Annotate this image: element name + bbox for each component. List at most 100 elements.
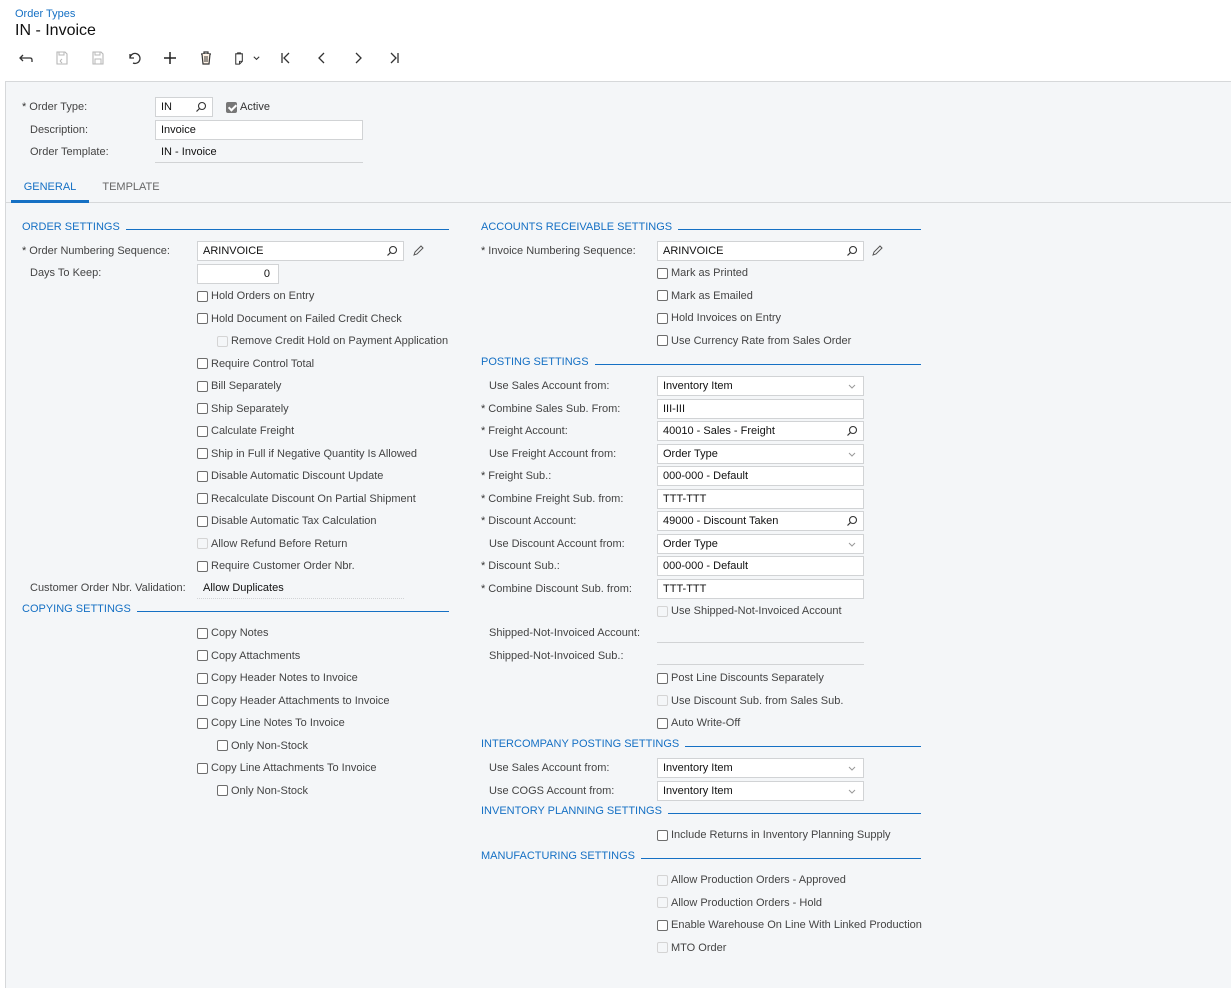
checkbox-box[interactable] xyxy=(197,380,208,392)
mark-as-printed-checkbox[interactable]: Mark as Printed xyxy=(657,267,748,279)
use-discount-sub-from-sales-sub-checkbox[interactable]: Use Discount Sub. from Sales Sub. xyxy=(657,695,843,707)
allow-refund-before-return-checkbox[interactable]: Allow Refund Before Return xyxy=(197,538,347,550)
save-button[interactable] xyxy=(80,46,116,70)
last-record-button[interactable] xyxy=(376,46,412,70)
breadcrumb[interactable]: Order Types xyxy=(15,8,75,20)
remove-credit-hold-on-payment-application-checkbox[interactable]: Remove Credit Hold on Payment Applicatio… xyxy=(217,335,448,347)
delete-button[interactable] xyxy=(188,46,224,70)
cancel-button[interactable] xyxy=(116,46,152,70)
first-record-button[interactable] xyxy=(268,46,304,70)
search-icon[interactable] xyxy=(386,245,398,257)
mto-order-checkbox[interactable]: MTO Order xyxy=(657,942,726,954)
search-icon[interactable] xyxy=(195,101,207,113)
disable-automatic-tax-calculation-checkbox[interactable]: Disable Automatic Tax Calculation xyxy=(197,515,377,527)
ic-sales-account-select[interactable]: Inventory Item xyxy=(657,758,864,778)
description-input[interactable]: Invoice xyxy=(155,120,363,140)
use-sales-account-from-select[interactable]: Inventory Item xyxy=(657,376,864,396)
copy-paste-button[interactable] xyxy=(224,46,268,70)
only-non-stock-checkbox[interactable]: Only Non-Stock xyxy=(217,785,308,797)
combine-freight-sub-from-input[interactable]: TTT-TTT xyxy=(657,488,864,509)
copy-line-notes-to-invoice-checkbox[interactable]: Copy Line Notes To Invoice xyxy=(197,717,345,729)
checkbox-box[interactable] xyxy=(197,403,208,414)
hold-orders-on-entry-checkbox[interactable]: Hold Orders on Entry xyxy=(197,290,314,302)
order-numbering-input[interactable]: ARINVOICE xyxy=(197,241,404,261)
bill-separately-checkbox[interactable]: Bill Separately xyxy=(197,380,281,392)
checkbox-box[interactable] xyxy=(657,717,668,729)
active-checkbox[interactable]: Active xyxy=(226,101,270,113)
invoice-numbering-input[interactable]: ARINVOICE xyxy=(657,241,864,261)
checkbox-box[interactable] xyxy=(657,312,668,324)
enable-warehouse-on-line-with-linked-production-checkbox[interactable]: Enable Warehouse On Line With Linked Pro… xyxy=(657,919,922,931)
checkbox-box[interactable] xyxy=(657,290,668,301)
checkbox-box[interactable] xyxy=(197,425,208,437)
discount-sub-input[interactable]: 000-000 - Default xyxy=(657,556,864,576)
edit-pencil-icon[interactable] xyxy=(871,244,884,257)
back-button[interactable] xyxy=(8,46,44,70)
recalculate-discount-on-partial-shipment-checkbox[interactable]: Recalculate Discount On Partial Shipment xyxy=(197,493,416,505)
checkbox-box[interactable] xyxy=(657,874,668,886)
checkbox-box[interactable] xyxy=(197,470,208,482)
combine-discount-sub-from-input[interactable]: TTT-TTT xyxy=(657,578,864,599)
save-and-close-button[interactable] xyxy=(44,46,80,70)
checkbox-box[interactable] xyxy=(657,942,668,953)
checkbox-box[interactable] xyxy=(226,101,237,113)
checkbox-box[interactable] xyxy=(197,672,208,684)
sni-sub-value[interactable] xyxy=(657,645,864,665)
edit-pencil-icon[interactable] xyxy=(412,244,425,257)
checkbox-box[interactable] xyxy=(217,740,228,751)
checkbox-box[interactable] xyxy=(657,897,668,908)
hold-invoices-on-entry-checkbox[interactable]: Hold Invoices on Entry xyxy=(657,312,781,324)
tab-template[interactable]: TEMPLATE xyxy=(94,170,168,203)
post-line-discounts-separately-checkbox[interactable]: Post Line Discounts Separately xyxy=(657,672,824,684)
checkbox-box[interactable] xyxy=(197,538,208,549)
copy-notes-checkbox[interactable]: Copy Notes xyxy=(197,627,268,639)
require-control-total-checkbox[interactable]: Require Control Total xyxy=(197,358,314,370)
checkbox-box[interactable] xyxy=(657,605,668,617)
copy-header-notes-to-invoice-checkbox[interactable]: Copy Header Notes to Invoice xyxy=(197,672,358,684)
checkbox-box[interactable] xyxy=(197,448,208,459)
checkbox-box[interactable] xyxy=(197,560,208,572)
allow-production-orders-approved-checkbox[interactable]: Allow Production Orders - Approved xyxy=(657,874,846,886)
checkbox-box[interactable] xyxy=(657,672,668,684)
previous-record-button[interactable] xyxy=(304,46,340,70)
ship-separately-checkbox[interactable]: Ship Separately xyxy=(197,403,289,415)
tab-general[interactable]: GENERAL xyxy=(11,170,89,203)
checkbox-box[interactable] xyxy=(197,493,208,504)
sni-account-value[interactable] xyxy=(657,623,864,643)
checkbox-box[interactable] xyxy=(217,335,228,347)
freight-account-input[interactable]: 40010 - Sales - Freight xyxy=(657,421,864,441)
days-to-keep-input[interactable]: 0 xyxy=(197,264,279,284)
checkbox-box[interactable] xyxy=(197,717,208,729)
use-sni-account-checkbox[interactable]: Use Shipped-Not-Invoiced Account xyxy=(657,605,842,617)
checkbox-box[interactable] xyxy=(217,785,228,796)
require-customer-order-nbr-checkbox[interactable]: Require Customer Order Nbr. xyxy=(197,560,355,572)
checkbox-box[interactable] xyxy=(197,762,208,774)
ship-in-full-if-negative-quantity-is-allowed-checkbox[interactable]: Ship in Full if Negative Quantity Is All… xyxy=(197,448,417,460)
disable-automatic-discount-update-checkbox[interactable]: Disable Automatic Discount Update xyxy=(197,470,383,482)
checkbox-box[interactable] xyxy=(197,650,208,661)
order-type-input[interactable]: IN xyxy=(155,97,213,117)
auto-write-off-checkbox[interactable]: Auto Write-Off xyxy=(657,717,740,729)
checkbox-box[interactable] xyxy=(657,919,668,931)
checkbox-box[interactable] xyxy=(197,627,208,639)
hold-document-on-failed-credit-check-checkbox[interactable]: Hold Document on Failed Credit Check xyxy=(197,313,402,325)
freight-sub-input[interactable]: 000-000 - Default xyxy=(657,466,864,486)
checkbox-box[interactable] xyxy=(197,695,208,706)
checkbox-box[interactable] xyxy=(657,695,668,706)
search-icon[interactable] xyxy=(846,515,858,527)
use-currency-rate-from-sales-order-checkbox[interactable]: Use Currency Rate from Sales Order xyxy=(657,335,851,347)
copy-line-attachments-to-invoice-checkbox[interactable]: Copy Line Attachments To Invoice xyxy=(197,762,377,774)
checkbox-box[interactable] xyxy=(197,358,208,369)
use-freight-account-from-select[interactable]: Order Type xyxy=(657,443,864,464)
copy-attachments-checkbox[interactable]: Copy Attachments xyxy=(197,650,300,662)
checkbox-box[interactable] xyxy=(197,290,208,302)
discount-account-input[interactable]: 49000 - Discount Taken xyxy=(657,511,864,531)
calculate-freight-checkbox[interactable]: Calculate Freight xyxy=(197,425,294,437)
customer-order-validation-value[interactable]: Allow Duplicates xyxy=(197,579,404,599)
checkbox-box[interactable] xyxy=(657,335,668,346)
use-discount-account-from-select[interactable]: Order Type xyxy=(657,533,864,554)
checkbox-box[interactable] xyxy=(657,829,668,841)
ic-cogs-account-select[interactable]: Inventory Item xyxy=(657,781,864,801)
checkbox-box[interactable] xyxy=(657,267,668,279)
next-record-button[interactable] xyxy=(340,46,376,70)
